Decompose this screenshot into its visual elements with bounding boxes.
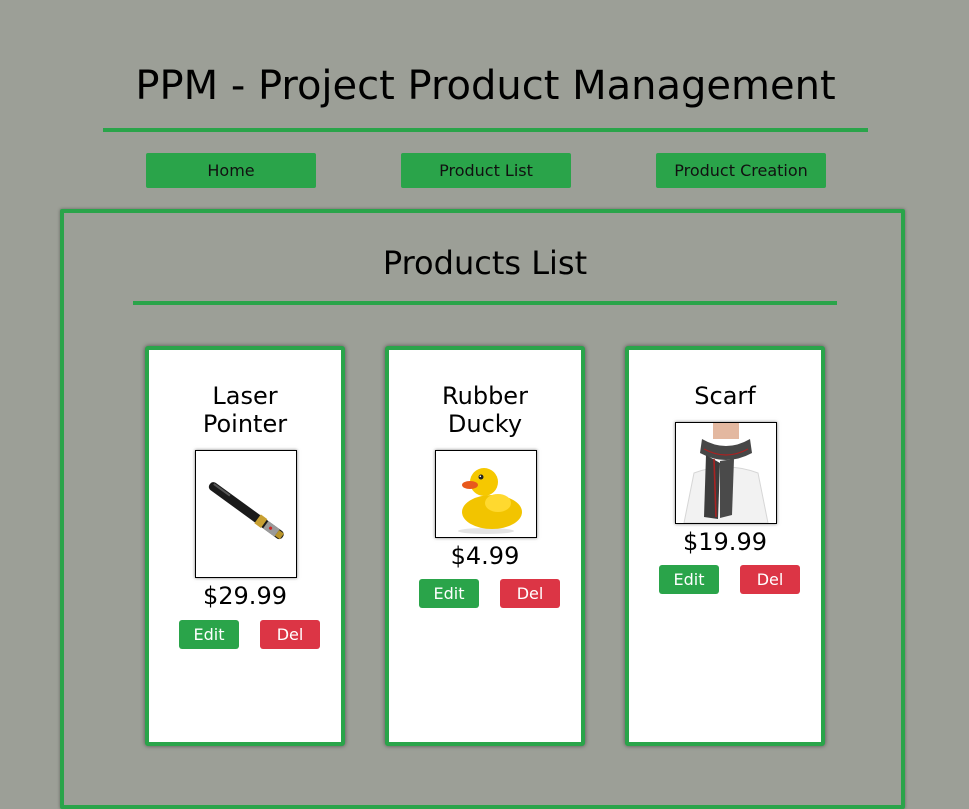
product-price: $19.99 — [683, 528, 767, 556]
page-title: PPM - Project Product Management — [135, 63, 836, 109]
product-name: Laser Pointer — [202, 382, 288, 438]
product-price: $29.99 — [203, 582, 287, 610]
nav-home-button[interactable]: Home — [146, 153, 316, 188]
edit-button[interactable]: Edit — [179, 620, 239, 649]
product-card-laser-pointer: Laser Pointer $29.99 Edit Del — [145, 346, 345, 746]
delete-button[interactable]: Del — [500, 579, 560, 608]
title-divider — [103, 128, 868, 132]
product-card-rubber-ducky: Rubber Ducky $4.99 Edit Del — [385, 346, 585, 746]
edit-button[interactable]: Edit — [419, 579, 479, 608]
edit-button[interactable]: Edit — [659, 565, 719, 594]
delete-button[interactable]: Del — [740, 565, 800, 594]
products-list-title: Products List — [382, 244, 588, 282]
product-name: Rubber Ducky — [442, 382, 528, 438]
nav-product-list-button[interactable]: Product List — [401, 153, 571, 188]
scarf-image — [675, 422, 777, 524]
products-list-divider — [133, 301, 837, 305]
product-name: Scarf — [694, 382, 756, 410]
product-card-scarf: Scarf $19.99 Edit Del — [625, 346, 825, 746]
laser-pointer-image — [195, 450, 297, 578]
rubber-duck-image — [435, 450, 537, 538]
delete-button[interactable]: Del — [260, 620, 320, 649]
product-price: $4.99 — [450, 542, 520, 570]
nav-product-creation-button[interactable]: Product Creation — [656, 153, 826, 188]
